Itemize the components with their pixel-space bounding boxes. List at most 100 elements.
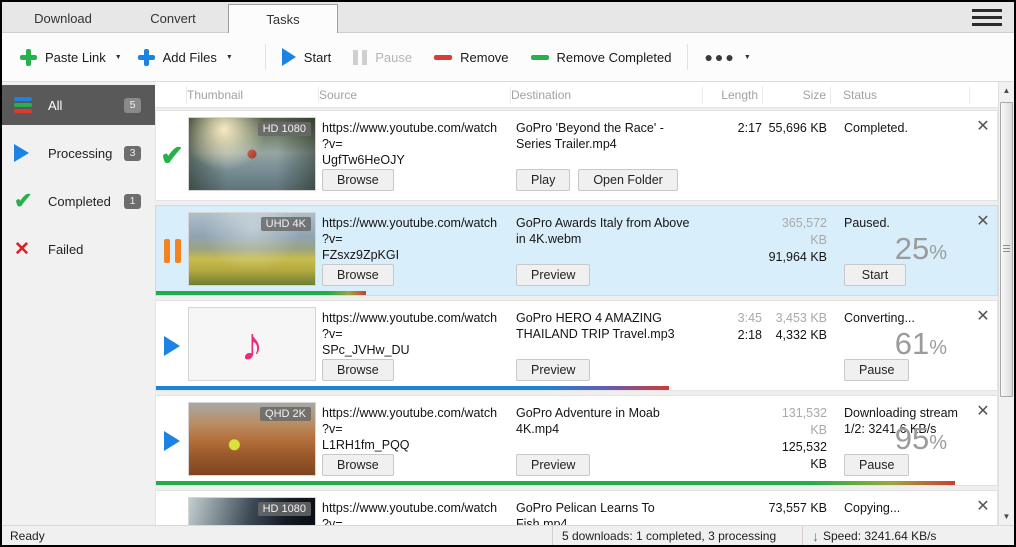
task-row[interactable]: HD 1080 https://www.youtube.com/watch?v=… [155,490,998,525]
paste-link-button[interactable]: Paste Link [20,49,106,66]
open-folder-button[interactable]: Open Folder [578,169,677,191]
remove-button[interactable]: Remove [434,50,508,65]
sidebar-item-all[interactable]: All 5 [2,85,155,125]
destination-filename: GoPro 'Beyond the Race' - Series Trailer… [516,120,696,152]
close-icon[interactable]: ✕ [976,498,989,515]
add-files-button[interactable]: Add Files [138,49,217,66]
size-value: 73,557 KB [764,500,827,517]
column-status[interactable]: Status [831,86,970,104]
scrollbar-thumb[interactable] [1000,102,1013,397]
browse-button[interactable]: Browse [322,359,394,381]
status-ready: Ready [2,529,552,543]
length-value: 2:17 [704,120,762,137]
length-total: 3:45 [704,310,762,327]
start-button[interactable]: Start [282,48,331,66]
size-cell: 73,557 KB [764,491,832,525]
close-icon[interactable]: ✕ [976,403,989,420]
status-cell: Copying... [832,491,969,525]
more-actions-button[interactable]: ●●● ▼ [704,49,750,65]
start-label: Start [304,50,331,65]
status-cell: Completed. [832,111,969,200]
scrollbar-track[interactable] [999,99,1014,508]
status-text: Copying... [844,500,965,516]
scroll-up-icon[interactable]: ▲ [999,82,1014,99]
progress-bar [156,291,366,295]
pause-button[interactable]: Pause [353,50,412,65]
browse-button[interactable]: Browse [322,264,394,286]
source-url: https://www.youtube.com/watch?v= zyJ0mrO… [322,500,504,525]
column-destination[interactable]: Destination [511,86,703,104]
task-list: Thumbnail Source Destination Length Size… [155,82,998,525]
length-cell [704,491,764,525]
preview-button[interactable]: Preview [516,264,590,286]
thumbnail: QHD 2K [188,396,320,485]
source-cell: https://www.youtube.com/watch?v= zyJ0mrO… [320,491,512,525]
paused-bars-icon [164,239,181,263]
add-files-dropdown-icon[interactable]: ▼ [226,54,233,61]
minus-icon [531,55,549,60]
thumbnail-image: UHD 4K [188,212,316,286]
destination-cell: GoPro HERO 4 AMAZING THAILAND TRIP Trave… [512,301,704,390]
sidebar-item-failed[interactable]: ✕ Failed [2,229,155,269]
tab-tasks[interactable]: Tasks [228,4,338,33]
status-text: Completed. [844,120,965,136]
source-url: https://www.youtube.com/watch?v= SPc_JVH… [322,310,504,358]
task-row[interactable]: QHD 2K https://www.youtube.com/watch?v= … [155,395,998,486]
paste-link-dropdown-icon[interactable]: ▼ [115,54,122,61]
scrollbar[interactable]: ▲ ▼ [998,82,1014,525]
source-cell: https://www.youtube.com/watch?v= SPc_JVH… [320,301,512,390]
remove-completed-button[interactable]: Remove Completed [531,50,672,65]
close-icon[interactable]: ✕ [976,213,989,230]
browse-button[interactable]: Browse [322,169,394,191]
progress-bar [156,481,955,485]
start-button[interactable]: Start [844,264,906,286]
menu-icon[interactable] [972,9,1002,30]
pause-button[interactable]: Pause [844,454,909,476]
column-thumbnail[interactable]: Thumbnail [187,86,319,104]
play-icon [282,48,296,66]
header-spacer [155,86,187,104]
count-badge: 1 [124,194,141,209]
size-value: 91,964 KB [764,249,827,266]
close-icon[interactable]: ✕ [976,308,989,325]
progress-bar [156,386,669,390]
source-cell: https://www.youtube.com/watch?v= L1RH1fm… [320,396,512,485]
pause-button[interactable]: Pause [844,359,909,381]
column-length[interactable]: Length [703,86,763,104]
close-icon[interactable]: ✕ [976,118,989,135]
size-value: 4,332 KB [764,327,827,344]
row-state: ✔ [156,111,188,200]
add-files-label: Add Files [163,50,217,65]
preview-button[interactable]: Preview [516,454,590,476]
tab-download[interactable]: Download [8,5,118,32]
length-cell: 2:17 [704,111,764,200]
thumbnail: UHD 4K [188,206,320,295]
size-cell: 55,696 KB [764,111,832,200]
row-state [156,396,188,485]
toolbar-separator [265,44,266,70]
column-source[interactable]: Source [319,86,511,104]
header-spacer [970,86,998,104]
browse-button[interactable]: Browse [322,454,394,476]
column-size[interactable]: Size [763,86,831,104]
remove-completed-label: Remove Completed [557,50,672,65]
size-total: 365,572 KB [764,215,827,249]
tab-convert[interactable]: Convert [118,5,228,32]
destination-cell: GoPro Awards Italy from Above in 4K.webm… [512,206,704,295]
play-icon [14,144,44,162]
task-row[interactable]: ✔ HD 1080 https://www.youtube.com/watch?… [155,110,998,201]
source-cell: https://www.youtube.com/watch?v= UgfTw6H… [320,111,512,200]
preview-button[interactable]: Preview [516,359,590,381]
task-row[interactable]: ♪ https://www.youtube.com/watch?v= SPc_J… [155,300,998,391]
scroll-down-icon[interactable]: ▼ [999,508,1014,525]
list-header: Thumbnail Source Destination Length Size… [155,82,998,108]
progress-percent: 61% [895,328,947,359]
quality-badge: HD 1080 [258,122,311,136]
play-button[interactable]: Play [516,169,570,191]
speed-down-arrow-icon: ↓ [812,529,819,543]
quality-badge: HD 1080 [258,502,311,516]
progress-percent: 25% [895,233,947,264]
sidebar-item-completed[interactable]: ✔ Completed 1 [2,181,155,221]
sidebar-item-processing[interactable]: Processing 3 [2,133,155,173]
task-row[interactable]: UHD 4K https://www.youtube.com/watch?v= … [155,205,998,296]
